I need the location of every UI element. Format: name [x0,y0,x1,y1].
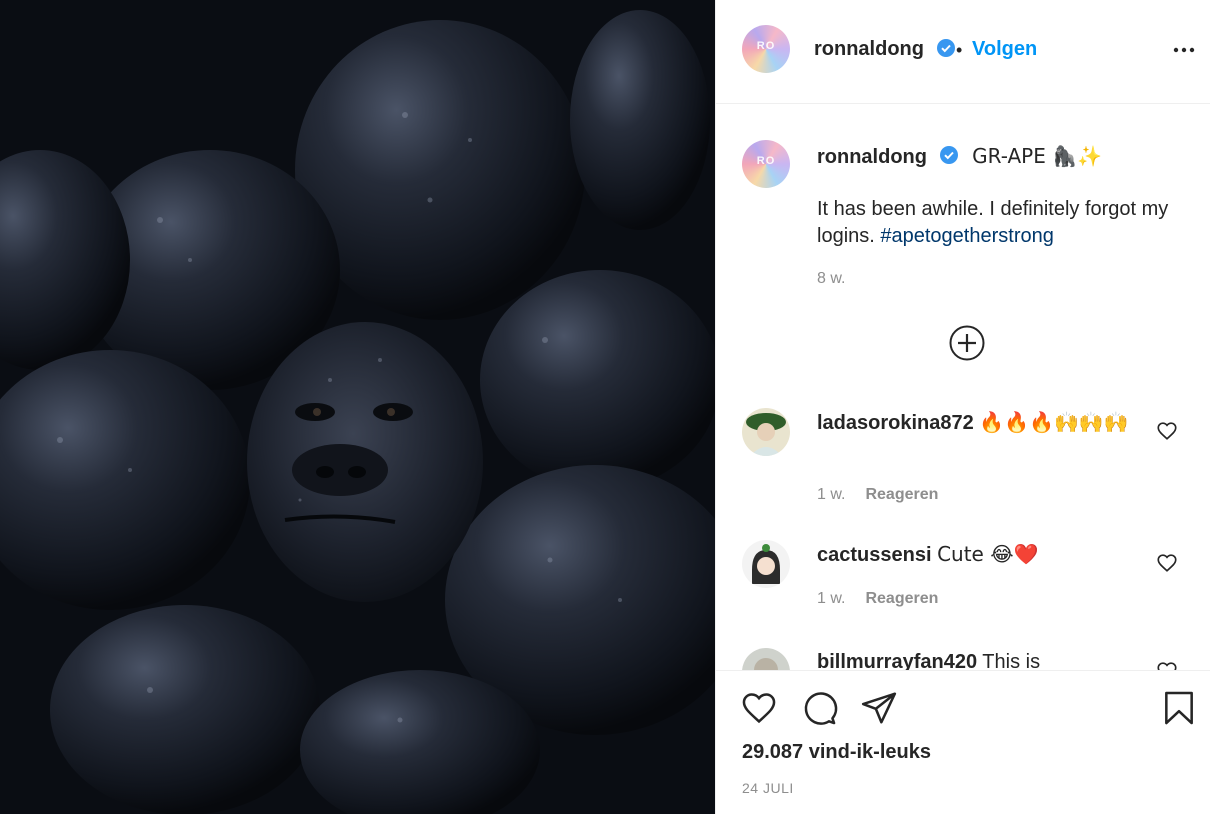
commenter-avatar[interactable] [742,540,790,588]
author-username[interactable]: ronnaldong [814,38,924,61]
bookmark-icon[interactable] [1160,689,1198,727]
like-comment-heart-icon[interactable] [1156,552,1178,574]
comment-time: 1 w. [817,486,846,503]
caption-timestamp: 8 w. [817,270,846,287]
comment-username[interactable]: ladasorokina872 [817,412,974,434]
caption-text-block: It has been awhile. I definitely forgot … [817,196,1177,250]
caption-avatar[interactable] [742,140,790,188]
caption-title: GR-APE 🦍✨ [972,144,1103,168]
comment-username[interactable]: cactussensi [817,544,932,566]
comment-text: This is [982,651,1041,670]
post-side-panel: ronnaldong • Volgen ronnaldong GR-APE 🦍✨… [715,0,1210,814]
caption-hashtag[interactable]: #apetogetherstrong [880,225,1053,247]
separator-dot: • [956,40,963,60]
like-comment-heart-icon[interactable] [1156,420,1178,442]
comment-meta: 1 w. Reageren [817,486,938,504]
comment-list[interactable]: ladasorokina872 🔥🔥🔥🙌🙌🙌 1 w. Reageren cact… [716,390,1210,670]
gorilla-grape-photo [0,0,715,814]
post-actions: 29.087 vind-ik-leuks 24 JULI [716,670,1210,814]
reply-button[interactable]: Reageren [865,590,938,607]
comment-text: Cute 😂❤️ [937,542,1039,566]
reply-button[interactable]: Reageren [865,486,938,503]
caption-username[interactable]: ronnaldong [817,146,927,168]
post-image[interactable] [0,0,715,814]
author-avatar[interactable] [742,25,790,73]
comment-icon[interactable] [800,689,838,727]
verified-icon [936,38,956,63]
commenter-avatar[interactable] [742,408,790,456]
post-date[interactable]: 24 JULI [742,780,794,796]
heart-icon[interactable] [740,689,778,727]
share-icon[interactable] [860,689,898,727]
comment-text-block: cactussensi Cute 😂❤️ [817,540,1147,569]
follow-button[interactable]: Volgen [972,38,1037,61]
add-comment-icon[interactable] [949,325,985,361]
comment-text-block: ladasorokina872 🔥🔥🔥🙌🙌🙌 [817,408,1147,437]
verified-icon [939,145,959,171]
more-icon[interactable] [1172,38,1196,62]
comment-username[interactable]: billmurrayfan420 [817,651,977,670]
commenter-avatar[interactable] [742,648,790,670]
like-comment-heart-icon[interactable] [1156,660,1178,670]
comment-time: 1 w. [817,590,846,607]
likes-count[interactable]: 29.087 vind-ik-leuks [742,741,931,764]
comment-text: 🔥🔥🔥🙌🙌🙌 [979,410,1129,434]
post-header: ronnaldong • Volgen [716,0,1210,104]
comment-text-block: billmurrayfan420 This is [817,648,1147,670]
caption-line: ronnaldong GR-APE 🦍✨ [817,144,1102,171]
comment-meta: 1 w. Reageren [817,590,938,608]
